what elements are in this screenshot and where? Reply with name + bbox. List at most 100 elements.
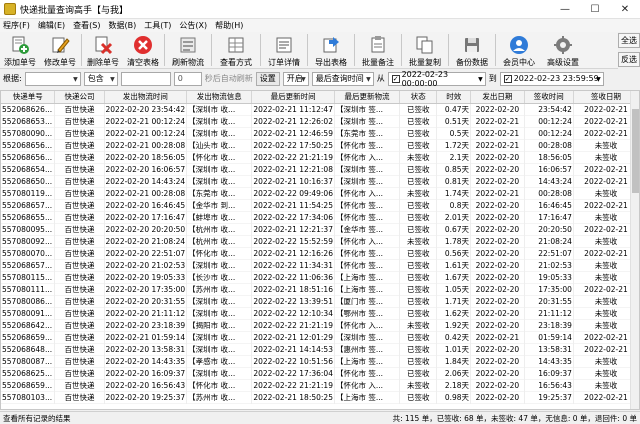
select-all-button[interactable]: 全选 (618, 33, 640, 48)
add-numbers-button[interactable]: 添加单号 (0, 32, 40, 68)
column-header[interactable]: 时效 (436, 91, 472, 104)
table-cell: 557080070... (1, 247, 56, 259)
table-cell: 2022-02-21 12:16:26 (251, 247, 335, 259)
table-row[interactable]: 557080119... 百世快递 2022-02-21 00:28:08 【东莞市 … (1, 187, 639, 199)
table-row[interactable]: 552068659... 百世快递 2022-02-21 01:59:14 【深圳市 … (1, 331, 639, 343)
filter-field-select[interactable]: ▼ (24, 71, 81, 86)
settings-button[interactable]: 设置 (255, 71, 280, 86)
batch-copy-label: 批量复制 (409, 58, 441, 67)
table-row[interactable]: 552068654... 百世快递 2022-02-20 16:06:57 【深圳市 … (1, 163, 639, 175)
column-header[interactable]: 最后更新物流 (334, 91, 401, 104)
table-cell: 557080095... (1, 223, 56, 235)
export-table-button[interactable]: 导出表格 (309, 32, 353, 68)
table-row[interactable]: 552068657... 百世快递 2022-02-20 21:02:53 【深圳市 … (1, 259, 639, 271)
to-date-picker[interactable]: ✓ 2022-02-23 23:59:59 ▼ (499, 71, 604, 86)
minimize-button[interactable]: — (550, 0, 580, 19)
vertical-scrollbar[interactable] (630, 91, 639, 409)
table-row[interactable]: 552068642... 百世快递 2022-02-20 23:18:39 【揭阳市 … (1, 319, 639, 331)
column-header[interactable]: 发出物流时间 (104, 91, 188, 104)
table-cell: 2022-02-20 21:11:12 (104, 307, 188, 319)
table-row[interactable]: 557080092... 百世快递 2022-02-20 21:08:24 【杭州市 … (1, 235, 639, 247)
menu-notice[interactable]: 公告(X) (179, 20, 207, 31)
table-cell: 00:12:24 (524, 127, 574, 139)
table-cell: 2022-02-21 12:46:59 (251, 127, 335, 139)
menu-program[interactable]: 程序(F) (3, 20, 30, 31)
batch-copy-button[interactable]: 批量复制 (403, 32, 447, 68)
table-row[interactable]: 552068626... 百世快递 2022-02-20 23:54:42 【深圳市 … (1, 103, 639, 115)
menu-view[interactable]: 查看(S) (73, 20, 100, 31)
table-cell: 【怀化市 签... (334, 139, 401, 151)
from-checkbox[interactable]: ✓ (391, 74, 400, 83)
table-row[interactable]: 552068653... 百世快递 2022-02-21 00:12:24 【深圳市 … (1, 115, 639, 127)
column-header[interactable]: 快递公司 (54, 91, 105, 104)
table-row[interactable]: 552068656... 百世快递 2022-02-21 00:28:08 【汕头市 … (1, 139, 639, 151)
batch-note-button[interactable]: 批量备注 (356, 32, 400, 68)
table-cell: 0.81天 (436, 175, 472, 187)
table-row[interactable]: 552068625... 百世快递 2022-02-20 16:09:37 【深圳市 … (1, 367, 639, 379)
match-mode-select[interactable]: 包含 ▼ (83, 71, 118, 86)
table-row[interactable]: 552068659... 百世快递 2022-02-20 16:56:43 【怀化市 … (1, 379, 639, 391)
status-select[interactable]: 开启 ▼ (282, 71, 309, 86)
table-row[interactable]: 552068655... 百世快递 2022-02-20 17:16:47 【蚌埠市 … (1, 211, 639, 223)
table-cell: 2022-02-21 00:12:24 (104, 127, 188, 139)
table-row[interactable]: 557080111... 百世快递 2022-02-20 17:35:00 【苏州市 … (1, 283, 639, 295)
scrollbar-thumb[interactable] (632, 109, 639, 193)
table-row[interactable]: 557080086... 百世快递 2022-02-20 20:31:55 【深圳市 … (1, 295, 639, 307)
backup-data-button[interactable]: 备份数据 (450, 32, 494, 68)
edit-numbers-button[interactable]: 修改单号 (40, 32, 80, 68)
order-detail-button[interactable]: 订单详情 (262, 32, 306, 68)
table-row[interactable]: 552068657... 百世快递 2022-02-20 16:46:45 【金华市 … (1, 199, 639, 211)
table-cell: 552068653... (1, 115, 56, 127)
menu-data[interactable]: 数据(B) (108, 20, 136, 31)
column-header[interactable]: 快递单号 (1, 91, 56, 104)
table-row[interactable]: 557080095... 百世快递 2022-02-20 20:20:50 【杭州市 … (1, 223, 639, 235)
clear-table-button[interactable]: 清空表格 (123, 32, 163, 68)
member-center-button[interactable]: 会员中心 (497, 32, 541, 68)
column-header[interactable]: 发出物流信息 (186, 91, 253, 104)
filter-bar: 根据: ▼ 包含 ▼ 0 秒后自动刷新 设置 开启 ▼ 最后查询时间 ▼ 从 ✓ 202… (0, 69, 640, 88)
invert-selection-button[interactable]: 反选 (618, 52, 640, 67)
column-header[interactable]: 签收日期 (573, 91, 639, 104)
refresh-interval-spinner[interactable]: 0 (173, 71, 202, 86)
table-cell: 2022-02-21 (470, 127, 525, 139)
view-mode-button[interactable]: 查看方式 (213, 32, 259, 68)
menu-help[interactable]: 帮助(H) (215, 20, 243, 31)
keyword-input[interactable] (120, 71, 171, 86)
close-button[interactable]: ✕ (610, 0, 640, 19)
table-row[interactable]: 557080070... 百世快递 2022-02-20 22:51:07 【怀化市 … (1, 247, 639, 259)
table-cell: 2022-02-20 19:05:33 (104, 271, 188, 283)
menu-tools[interactable]: 工具(T) (144, 20, 171, 31)
table-cell: 未签收 (573, 151, 639, 163)
column-header[interactable]: 签收时间 (524, 91, 574, 104)
advanced-settings-button[interactable]: 高级设置 (541, 32, 585, 68)
table-row[interactable]: 557080087... 百世快递 2022-02-20 14:43:35 【孝感市 … (1, 355, 639, 367)
table-cell: 552068659... (1, 379, 56, 391)
table-cell: 16:46:45 (524, 199, 574, 211)
table-cell: 未签收 (573, 307, 639, 319)
time-field-select[interactable]: 最后查询时间 ▼ (311, 71, 374, 86)
table-row[interactable]: 552068656... 百世快递 2022-02-20 18:56:05 【怀化市 … (1, 151, 639, 163)
to-checkbox[interactable]: ✓ (503, 74, 512, 83)
table-row[interactable]: 557080115... 百世快递 2022-02-20 19:05:33 【长沙市 … (1, 271, 639, 283)
table-row[interactable]: 552068648... 百世快递 2022-02-20 13:58:31 【深圳市 … (1, 343, 639, 355)
table-cell: 2.01天 (436, 211, 472, 223)
results-grid[interactable]: 快递单号 快递公司 发出物流时间 发出物流信息 最后更新时间 最后更新物流 状态 时效 发出日期… (0, 90, 640, 410)
table-cell: 21:08:24 (524, 235, 574, 247)
toolbar: 添加单号 修改单号 删除单号 清空表格 刷新物流 查看方式 订单详情 导出表格 … (0, 32, 618, 69)
table-cell: 2022-02-21 00:12:24 (104, 115, 188, 127)
column-header[interactable]: 发出日期 (470, 91, 525, 104)
from-date-picker[interactable]: ✓ 2022-02-23 00:00:00 ▼ (387, 70, 486, 88)
column-header[interactable]: 最后更新时间 (251, 91, 335, 104)
column-header[interactable]: 状态 (399, 91, 438, 104)
table-row[interactable]: 552068650... 百世快递 2022-02-20 14:43:24 【深圳市 … (1, 175, 639, 187)
delete-numbers-button[interactable]: 删除单号 (83, 32, 123, 68)
refresh-logistics-button[interactable]: 刷新物流 (166, 32, 210, 68)
table-row[interactable]: 557080091... 百世快递 2022-02-20 21:11:12 【深圳市 … (1, 307, 639, 319)
maximize-button[interactable]: ☐ (580, 0, 610, 19)
menu-edit[interactable]: 编辑(E) (38, 20, 65, 31)
table-row[interactable]: 557080103... 百世快递 2022-02-20 19:25:37 【苏州市 … (1, 391, 639, 403)
table-row[interactable]: 557080090... 百世快递 2022-02-21 00:12:24 【深圳市 … (1, 127, 639, 139)
table-cell: 百世快递 (54, 199, 105, 211)
table-cell: 2022-02-20 16:06:57 (104, 163, 188, 175)
table-cell: 【苏州市 收... (186, 283, 253, 295)
